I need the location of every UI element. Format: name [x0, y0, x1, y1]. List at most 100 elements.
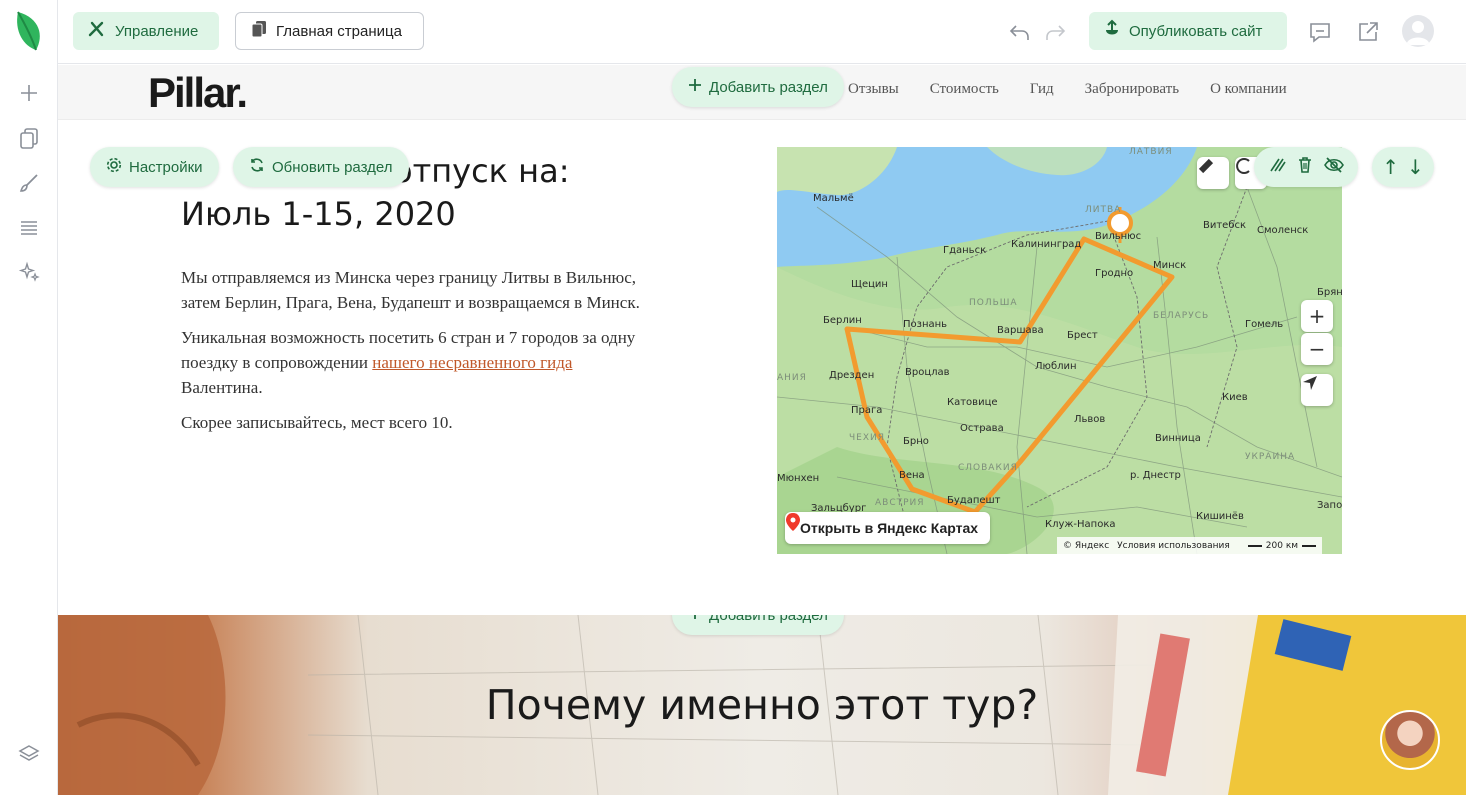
- map-label: УКРАИНА: [1245, 452, 1296, 462]
- map-attribution: © Яндекс Условия использования 200 км: [1057, 537, 1323, 554]
- section-tools: [1254, 147, 1358, 187]
- map-label: Катовице: [947, 397, 998, 408]
- site-brand[interactable]: Pillar.: [148, 69, 248, 117]
- list-icon[interactable]: [16, 215, 42, 241]
- headline-line-2: Июль 1-15, 2020: [181, 195, 456, 233]
- paragraph: Уникальная возможность посетить 6 стран …: [181, 325, 651, 400]
- layers-icon[interactable]: [16, 741, 42, 767]
- manage-label: Управление: [115, 22, 199, 40]
- nav-item[interactable]: Стоимость: [930, 81, 999, 98]
- open-in-yandex-label: Открыть в Яндекс Картах: [800, 520, 979, 536]
- map-label: СЛОВАКИЯ: [958, 463, 1018, 473]
- nav-item[interactable]: Забронировать: [1085, 81, 1179, 98]
- map-label: Кишинёв: [1196, 511, 1244, 522]
- nav-item[interactable]: Гид: [1030, 81, 1054, 98]
- add-section-button-bottom[interactable]: Добавить раздел: [672, 615, 844, 635]
- map-label: Киев: [1222, 392, 1248, 403]
- map-label: Гомель: [1245, 319, 1284, 330]
- map-label: Дрезден: [829, 370, 875, 381]
- trash-icon[interactable]: [1296, 156, 1314, 178]
- plus-icon: [688, 615, 702, 624]
- home-page-button[interactable]: Главная страница: [235, 12, 424, 50]
- top-toolbar: Управление Главная страница Опубликовать…: [58, 0, 1466, 64]
- comment-icon[interactable]: [1306, 18, 1334, 46]
- map-label: Калининград: [1011, 239, 1082, 250]
- zoom-in-icon[interactable]: +: [1301, 300, 1333, 332]
- undo-icon[interactable]: [1006, 18, 1034, 46]
- editor-app: Управление Главная страница Опубликовать…: [0, 0, 1466, 795]
- brush-icon[interactable]: [16, 170, 42, 196]
- map-label: Гродно: [1095, 268, 1134, 279]
- map-label: ЛИТВА: [1085, 205, 1122, 215]
- banner-title: Почему именно этот тур?: [485, 681, 1039, 729]
- geolocation-icon[interactable]: [1301, 374, 1333, 406]
- nav-item[interactable]: Отзывы: [848, 81, 899, 98]
- manage-button[interactable]: Управление: [73, 12, 219, 50]
- paragraph: Мы отправляемся из Минска через границу …: [181, 268, 640, 312]
- map-label: Львов: [1074, 414, 1106, 425]
- pages-icon[interactable]: [16, 125, 42, 151]
- map-label: Вена: [899, 470, 925, 481]
- map-label: ЧЕХИЯ: [849, 433, 886, 443]
- map-label: Прага: [851, 405, 883, 416]
- paragraph-text: Валентина.: [181, 378, 263, 397]
- nav-item[interactable]: О компании: [1210, 81, 1287, 98]
- map-canvas: [777, 147, 1342, 554]
- map-label: АНИЯ: [777, 373, 807, 383]
- paragraph: Скорее записывайтесь, мест всего 10.: [181, 413, 453, 432]
- user-avatar[interactable]: [1402, 15, 1434, 47]
- map-widget[interactable]: ЛАТВИЯ ЛИТВА Мальмё Гданьск Калининград Вильн…: [777, 147, 1342, 554]
- left-rail: [0, 0, 58, 795]
- map-label: Вроцлав: [905, 367, 950, 378]
- map-scale-label: 200 км: [1265, 540, 1299, 551]
- map-label: БЕЛАРУСЬ: [1153, 311, 1210, 321]
- zoom-out-icon[interactable]: −: [1301, 333, 1333, 365]
- add-section-button[interactable]: Добавить раздел: [672, 67, 844, 107]
- sparkles-icon[interactable]: [16, 259, 42, 285]
- redo-icon[interactable]: [1041, 18, 1069, 46]
- add-section-label: Добавить раздел: [709, 615, 828, 624]
- map-terms-link[interactable]: Условия использования: [1117, 541, 1230, 551]
- hide-eye-icon[interactable]: [1324, 156, 1344, 178]
- guide-link[interactable]: нашего несравненного гида: [372, 353, 572, 372]
- section-body: Мы отправляемся из Минска через границу …: [181, 265, 651, 445]
- map-label: Познань: [903, 319, 948, 330]
- map-label: Брно: [903, 436, 929, 447]
- map-label: Запо: [1317, 500, 1342, 511]
- map-label: р. Днестр: [1130, 470, 1181, 481]
- page-icon: [250, 20, 268, 42]
- refresh-icon: [249, 157, 265, 177]
- map-label: Щецин: [851, 279, 888, 290]
- gear-icon: [106, 157, 122, 177]
- arrow-down-icon[interactable]: ↓: [1407, 155, 1424, 179]
- publish-site-button[interactable]: Опубликовать сайт: [1089, 12, 1287, 50]
- add-icon[interactable]: [16, 80, 42, 106]
- add-section-label: Добавить раздел: [709, 78, 828, 96]
- map-label: Брест: [1067, 330, 1098, 341]
- map-label: Будапешт: [947, 495, 1001, 506]
- settings-button[interactable]: Настройки: [90, 147, 219, 187]
- map-label: Острава: [960, 423, 1004, 434]
- banner-section: Почему именно этот тур? Добавить раздел: [58, 615, 1466, 795]
- map-label: Винница: [1155, 433, 1201, 444]
- arrow-up-icon[interactable]: ↑: [1382, 155, 1399, 179]
- open-in-yandex-maps-button[interactable]: Открыть в Яндекс Картах: [785, 512, 991, 544]
- app-logo-leaf-icon[interactable]: [14, 10, 44, 52]
- pattern-icon[interactable]: [1268, 156, 1286, 178]
- map-label: Варшава: [997, 325, 1044, 336]
- refresh-section-button[interactable]: Обновить раздел: [233, 147, 409, 187]
- map-label: Мальмё: [813, 193, 854, 204]
- map-label: Вильнюс: [1095, 231, 1142, 242]
- support-chat-avatar[interactable]: [1380, 710, 1440, 770]
- move-section-button[interactable]: ↑ ↓: [1372, 147, 1434, 187]
- site-preview: Pillar. Отзывы Стоимость Гид Забронирова…: [58, 65, 1466, 795]
- plus-icon: [688, 78, 702, 96]
- map-label: Берлин: [823, 315, 862, 326]
- ruler-icon[interactable]: [1197, 157, 1229, 189]
- tools-icon: [87, 20, 107, 42]
- map-label: Мюнхен: [777, 473, 820, 484]
- home-page-label: Главная страница: [276, 22, 402, 40]
- map-label: ЛАТВИЯ: [1129, 147, 1173, 157]
- external-link-icon[interactable]: [1354, 18, 1382, 46]
- publish-icon: [1103, 19, 1121, 43]
